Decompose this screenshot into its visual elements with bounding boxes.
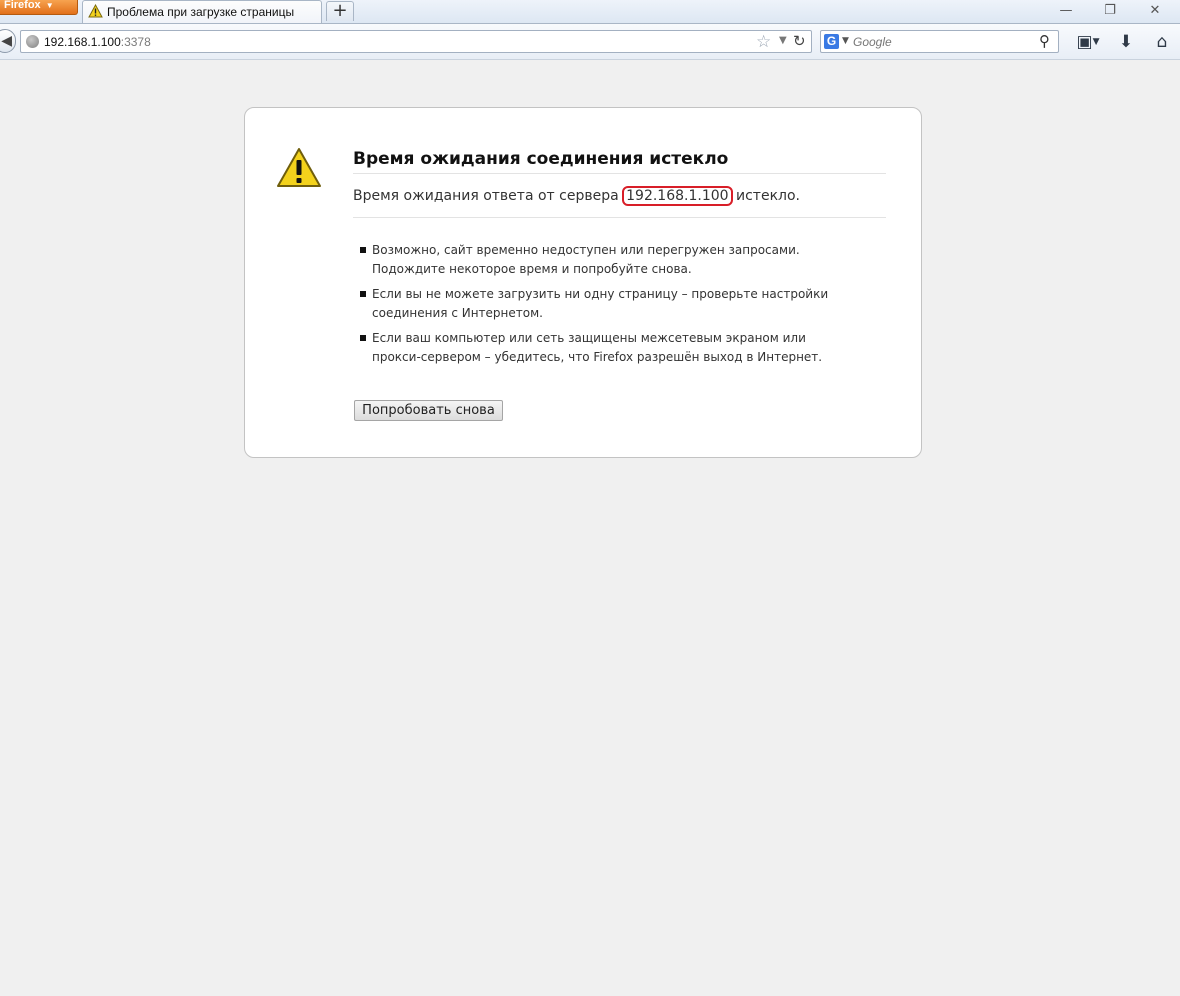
search-input[interactable] [853,33,1033,50]
bookmarks-icon: ▣ [1076,32,1093,52]
server-address: 192.168.1.100 [622,186,733,206]
chevron-down-icon: ▼ [1092,37,1100,47]
home-icon: ⌂ [1156,32,1168,52]
history-dropdown-icon[interactable]: ▼ [779,35,787,46]
troubleshooting-list: Возможно, сайт временно недоступен или п… [359,241,849,373]
error-panel: Время ожидания соединения истекло Время … [244,107,922,458]
bookmark-star-icon[interactable]: ☆ [756,32,771,52]
search-bar: G ▼ ⚲ [820,30,1059,53]
error-description: Время ожидания ответа от сервера 192.168… [353,186,886,218]
globe-icon[interactable] [26,35,39,48]
back-arrow-icon: ◀ [1,33,12,49]
search-engine-dropdown-icon[interactable]: ▼ [842,36,849,46]
url-bar[interactable]: 192.168.1.100:3378 ☆ ▼ ↻ [20,30,812,53]
back-button[interactable]: ◀ [0,29,16,53]
list-item: Если вы не можете загрузить ни одну стра… [359,285,849,323]
warning-icon [88,4,103,18]
error-title: Время ожидания соединения истекло [353,149,886,174]
navigation-toolbar: ◀ 192.168.1.100:3378 ☆ ▼ ↻ G ▼ ⚲ ▣▼ ⬇ ⌂ [0,23,1180,60]
tab-current[interactable]: Проблема при загрузке страницы [82,0,322,23]
url-text[interactable]: 192.168.1.100:3378 [44,35,151,49]
error-desc-suffix: истекло. [731,188,800,204]
list-item: Возможно, сайт временно недоступен или п… [359,241,849,279]
url-port: :3378 [120,35,151,49]
list-item: Если ваш компьютер или сеть защищены меж… [359,329,849,367]
home-button[interactable]: ⌂ [1151,31,1173,53]
google-logo-icon[interactable]: G [824,34,839,49]
error-desc-prefix: Время ожидания ответа от сервера [353,188,624,204]
try-again-button[interactable]: Попробовать снова [354,400,503,421]
url-host: 192.168.1.100 [44,35,121,49]
firefox-menu-label: Firefox [4,0,41,11]
new-tab-button[interactable]: + [326,1,354,21]
downloads-button[interactable]: ⬇ [1116,31,1136,53]
firefox-menu-button[interactable]: Firefox ▼ [0,0,78,15]
tab-title: Проблема при загрузке страницы [107,5,295,19]
reload-icon[interactable]: ↻ [793,32,806,50]
search-icon[interactable]: ⚲ [1039,32,1050,50]
restore-button[interactable]: ❐ [1096,2,1124,20]
chevron-down-icon: ▼ [45,1,54,10]
bookmarks-menu-button[interactable]: ▣▼ [1072,31,1104,53]
title-bar: Firefox ▼ Проблема при загрузке страницы … [0,0,1180,23]
minimize-button[interactable]: — [1052,2,1080,20]
download-arrow-icon: ⬇ [1118,32,1134,52]
close-button[interactable]: ✕ [1141,2,1169,20]
warning-icon [277,148,321,187]
